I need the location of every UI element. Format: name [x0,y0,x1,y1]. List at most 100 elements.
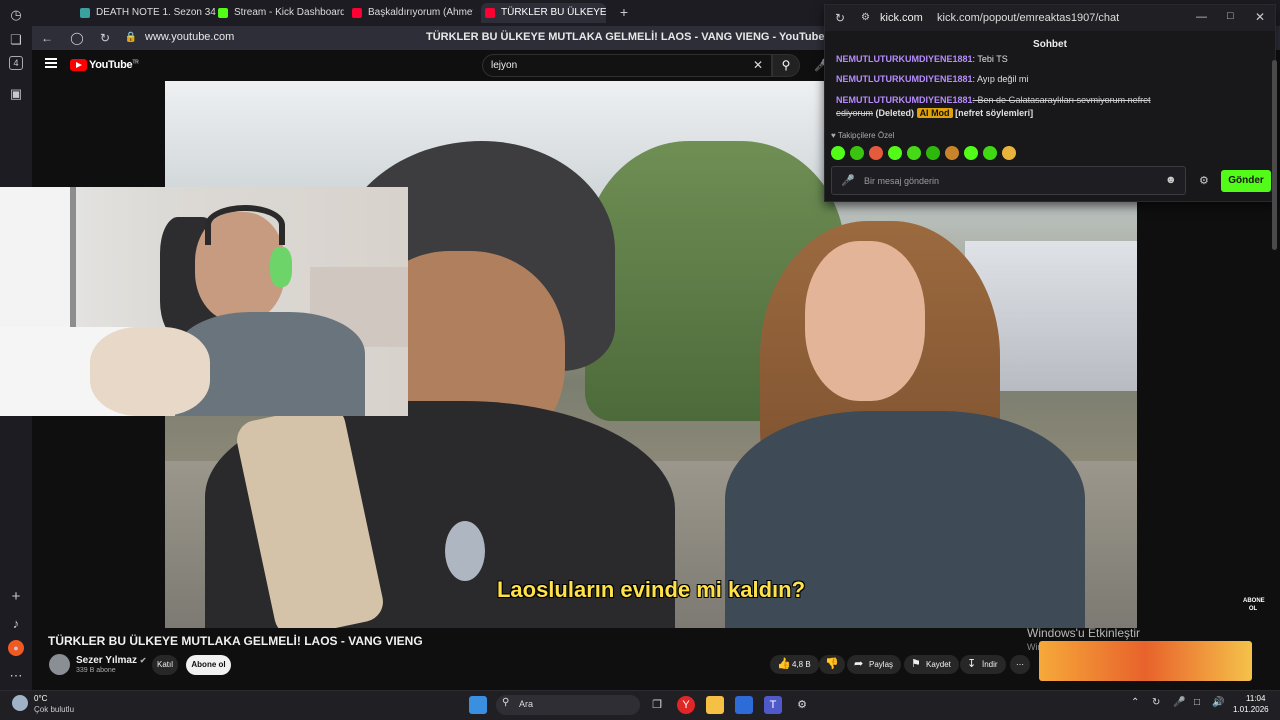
channel-avatar[interactable] [49,654,70,675]
cam-headset [205,205,285,245]
task-view-icon[interactable]: ❐ [648,696,666,714]
windows-taskbar [0,690,1280,720]
thumbs-down-icon: 👎 [825,658,839,670]
tab-kick-dashboard[interactable]: Stream - Kick Dashboard [214,3,344,23]
chat-username[interactable]: NEMUTLUTURKUMDIYENE1881 [836,74,973,84]
emote-icon[interactable] [869,146,883,160]
search-icon: ⚲ [502,697,510,708]
tab-active-video[interactable]: TÜRKLER BU ÜLKEYE M [481,3,606,23]
yandex-icon[interactable]: ◯ [68,29,86,47]
sync-icon[interactable]: ↻ [1152,697,1160,708]
clear-search-icon[interactable]: ✕ [753,58,763,72]
youtube-logo-text[interactable]: YouTubeTR [89,59,139,71]
reload-icon[interactable]: ↻ [96,29,114,47]
deleted-label: (Deleted) [875,108,915,118]
emote-icon[interactable] [945,146,959,160]
webcam-overlay [0,187,408,416]
tray-chevron-icon[interactable]: ⌃ [1131,697,1139,708]
minimize-icon[interactable]: — [1196,11,1207,23]
new-tab-icon[interactable]: + [616,4,632,20]
weather-icon[interactable] [12,695,28,711]
search-button[interactable]: ⚲ [772,54,800,77]
start-icon[interactable] [469,696,487,714]
tab-baskaldiriyorum[interactable]: Başkaldırıyorum (Ahmet K [348,3,473,23]
store-icon[interactable] [735,696,753,714]
tab-label: Stream - Kick Dashboard [234,7,344,18]
thumbs-up-icon: 👍 [777,658,791,670]
app-icon[interactable]: ● [8,640,24,656]
ad-banner[interactable] [1039,641,1252,681]
emote-icon[interactable] [907,146,921,160]
collections-icon[interactable]: ❏ [6,30,26,50]
emote-icon[interactable] [1002,146,1016,160]
emote-icon[interactable] [983,146,997,160]
send-button[interactable]: Gönder [1221,170,1271,192]
more-icon: ⋯ [1016,660,1024,669]
chat-input-placeholder: Bir mesaj gönderin [864,176,940,186]
tab-label: Başkaldırıyorum (Ahmet K [368,7,473,18]
join-button[interactable]: Katıl [152,655,178,675]
microphone-icon[interactable]: 🎤 [841,174,855,187]
microphone-tray-icon[interactable]: 🎤 [1173,697,1185,708]
chat-url[interactable]: kick.com/popout/emreaktas1907/chat [937,12,1119,24]
chat-message-deleted: NEMUTLUTURKUMDIYENE1881: Ben de Galatasa… [836,94,1166,120]
clock-time[interactable]: 11:04 [1246,694,1265,703]
site-info-icon[interactable]: ⚙ [861,12,870,23]
volume-icon[interactable]: 🔊 [1212,697,1224,708]
chat-username[interactable]: NEMUTLUTURKUMDIYENE1881 [836,54,973,64]
emote-icon[interactable] [926,146,940,160]
emote-icon[interactable] [831,146,845,160]
youtube-logo-icon[interactable] [70,59,87,71]
page-scrollbar[interactable] [1272,60,1277,250]
search-input[interactable] [482,54,772,77]
settings-icon[interactable]: ⚙ [793,696,811,714]
video-microphone [445,521,485,581]
like-button[interactable]: 👍 4,8 B [770,655,819,674]
menu-icon[interactable] [45,58,57,68]
maximize-icon[interactable]: □ [1227,10,1234,22]
share-button[interactable]: ➦ Paylaş [847,655,902,674]
taskbar-search[interactable] [496,695,640,715]
chat-message: NEMUTLUTURKUMDIYENE1881: Ayıp değil mi [836,73,1028,86]
emote-icon[interactable] [964,146,978,160]
display-icon[interactable]: □ [1194,697,1200,708]
chat-domain: kick.com [880,12,923,24]
teams-icon[interactable]: T [764,696,782,714]
bookmark-icon: ⚑ [911,658,921,670]
channel-name[interactable]: Sezer Yılmaz ✔ [76,655,146,666]
lock-icon: 🔒 [124,32,138,43]
download-button[interactable]: ↧ İndir [960,655,1006,674]
tab-counter[interactable]: 4 [9,56,23,70]
settings-icon[interactable]: ⚙ [1199,174,1209,187]
tiktok-icon[interactable]: ♪ [6,614,26,634]
save-button[interactable]: ⚑ Kaydet [904,655,959,674]
url-text[interactable]: www.youtube.com [145,31,234,43]
subscribe-watermark[interactable]: ABONE OL [1243,597,1265,613]
emote-section-label: ♥ Takipçilere Özel [831,131,895,140]
search-value: lejyon [491,60,518,71]
add-icon[interactable]: + [6,587,26,607]
subscribe-button[interactable]: Abone ol [186,655,231,675]
history-icon[interactable]: ◷ [6,5,26,25]
yandex-browser-icon[interactable]: Y [677,696,695,714]
close-icon[interactable]: ✕ [1255,10,1265,24]
video-caption: Laosluların evinde mi kaldın? [496,577,806,602]
more-actions-button[interactable]: ⋯ [1010,655,1030,674]
emote-icon[interactable] [850,146,864,160]
weather-desc: Çok bulutlu [34,705,75,714]
activate-windows-title: Windows'u Etkinleştir [1027,626,1140,640]
youtube-favicon-icon [485,8,495,18]
clock-date[interactable]: 1.01.2026 [1233,705,1269,714]
screenshot-icon[interactable]: ▣ [6,84,26,104]
chat-username[interactable]: NEMUTLUTURKUMDIYENE1881 [836,95,973,105]
share-icon: ➦ [854,658,864,670]
reload-icon[interactable]: ↻ [835,11,845,25]
back-icon[interactable]: ← [38,29,56,47]
verified-icon: ✔ [139,656,147,665]
emote-icon[interactable] [888,146,902,160]
more-icon[interactable]: ⋯ [6,666,26,686]
emoji-icon[interactable]: ☻ [1165,174,1177,186]
file-explorer-icon[interactable] [706,696,724,714]
cam-arm [90,327,210,416]
dislike-button[interactable]: 👎 [819,655,845,674]
